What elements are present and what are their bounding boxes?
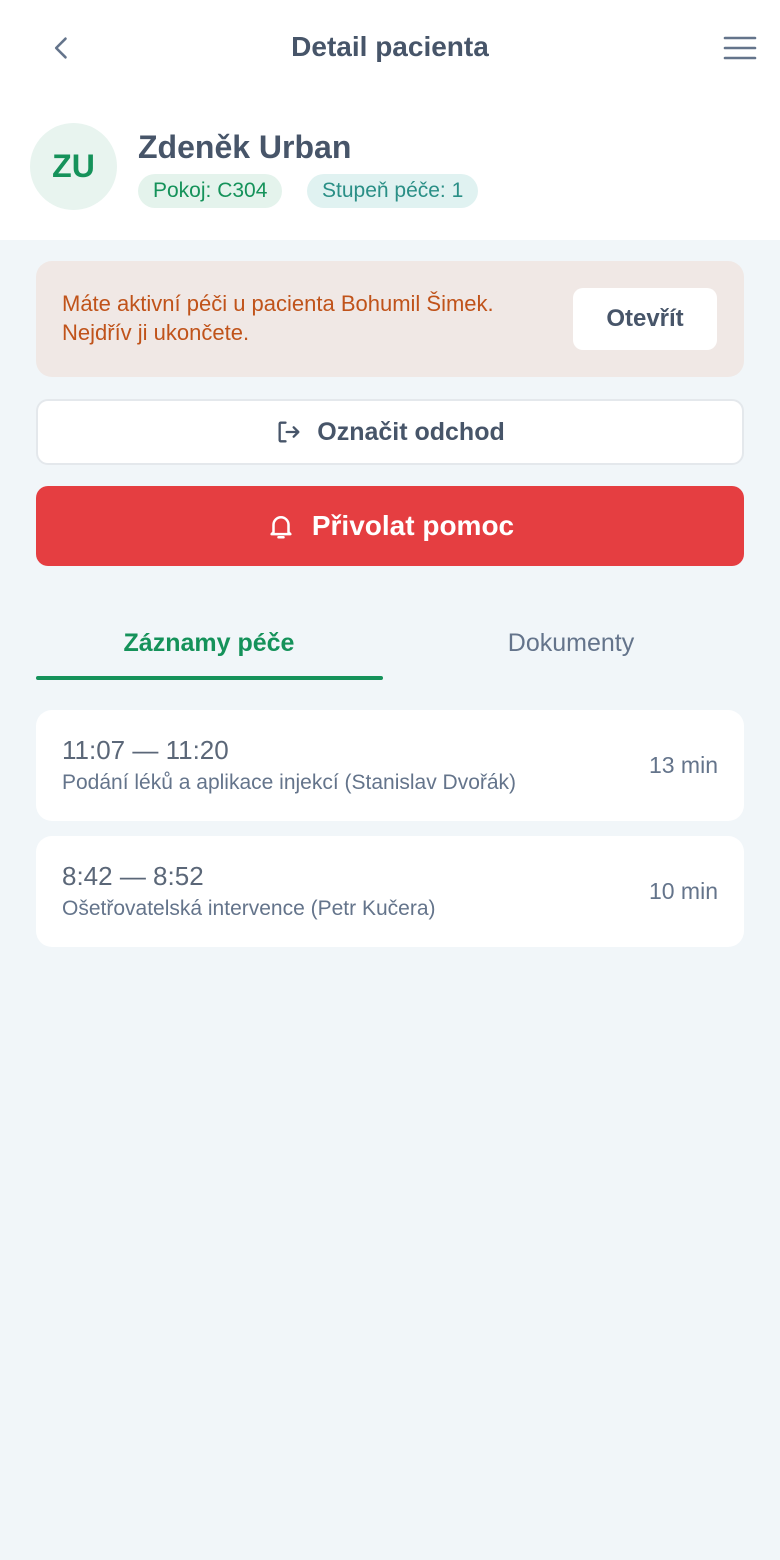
- record-duration: 10 min: [648, 878, 718, 904]
- care-level-badge: Stupeň péče: 1: [307, 174, 479, 208]
- hamburger-menu-icon: [723, 36, 757, 60]
- patient-detail-screen: Detail pacienta ZU Zdeněk Urban Pokoj: C…: [0, 0, 780, 1560]
- active-tab-indicator: [36, 676, 383, 680]
- mark-departure-button[interactable]: Označit odchod: [36, 399, 744, 465]
- menu-button[interactable]: [718, 26, 762, 70]
- logout-arrow-icon: [278, 421, 300, 443]
- page-title: Detail pacienta: [291, 31, 489, 62]
- mark-departure-label: Označit odchod: [317, 417, 505, 446]
- top-bar: Detail pacienta: [0, 0, 780, 96]
- call-help-button[interactable]: Přivolat pomoc: [36, 486, 744, 566]
- record-time: 8:42 — 8:52: [62, 861, 204, 891]
- bell-icon: [270, 516, 292, 539]
- patient-summary: ZU Zdeněk Urban Pokoj: C304 Stupeň péče:…: [30, 123, 750, 211]
- call-help-label: Přivolat pomoc: [311, 510, 515, 541]
- avatar: ZU: [30, 123, 117, 210]
- header: Detail pacienta ZU Zdeněk Urban Pokoj: C…: [0, 0, 780, 240]
- open-active-care-button[interactable]: Otevřít: [573, 288, 717, 350]
- room-badge: Pokoj: C304: [138, 174, 283, 208]
- tab-care-records[interactable]: Záznamy péče: [36, 610, 382, 680]
- record-description: Ošetřovatelská intervence (Petr Kučera): [62, 897, 436, 920]
- care-record-item[interactable]: 8:42 — 8:52 Ošetřovatelská intervence (P…: [36, 836, 744, 947]
- care-record-item[interactable]: 11:07 — 11:20 Podání léků a aplikace inj…: [36, 710, 744, 821]
- record-duration: 13 min: [648, 752, 718, 778]
- tab-documents[interactable]: Dokumenty: [398, 610, 744, 680]
- record-description: Podání léků a aplikace injekcí (Stanisla…: [62, 771, 517, 794]
- record-time: 11:07 — 11:20: [62, 735, 229, 765]
- tabs: Záznamy péče Dokumenty: [36, 610, 744, 682]
- patient-name: Zdeněk Urban: [138, 129, 352, 165]
- active-care-alert: Máte aktivní péči u pacienta Bohumil Šim…: [36, 261, 744, 377]
- alert-message: Máte aktivní péči u pacienta Bohumil Šim…: [62, 291, 494, 345]
